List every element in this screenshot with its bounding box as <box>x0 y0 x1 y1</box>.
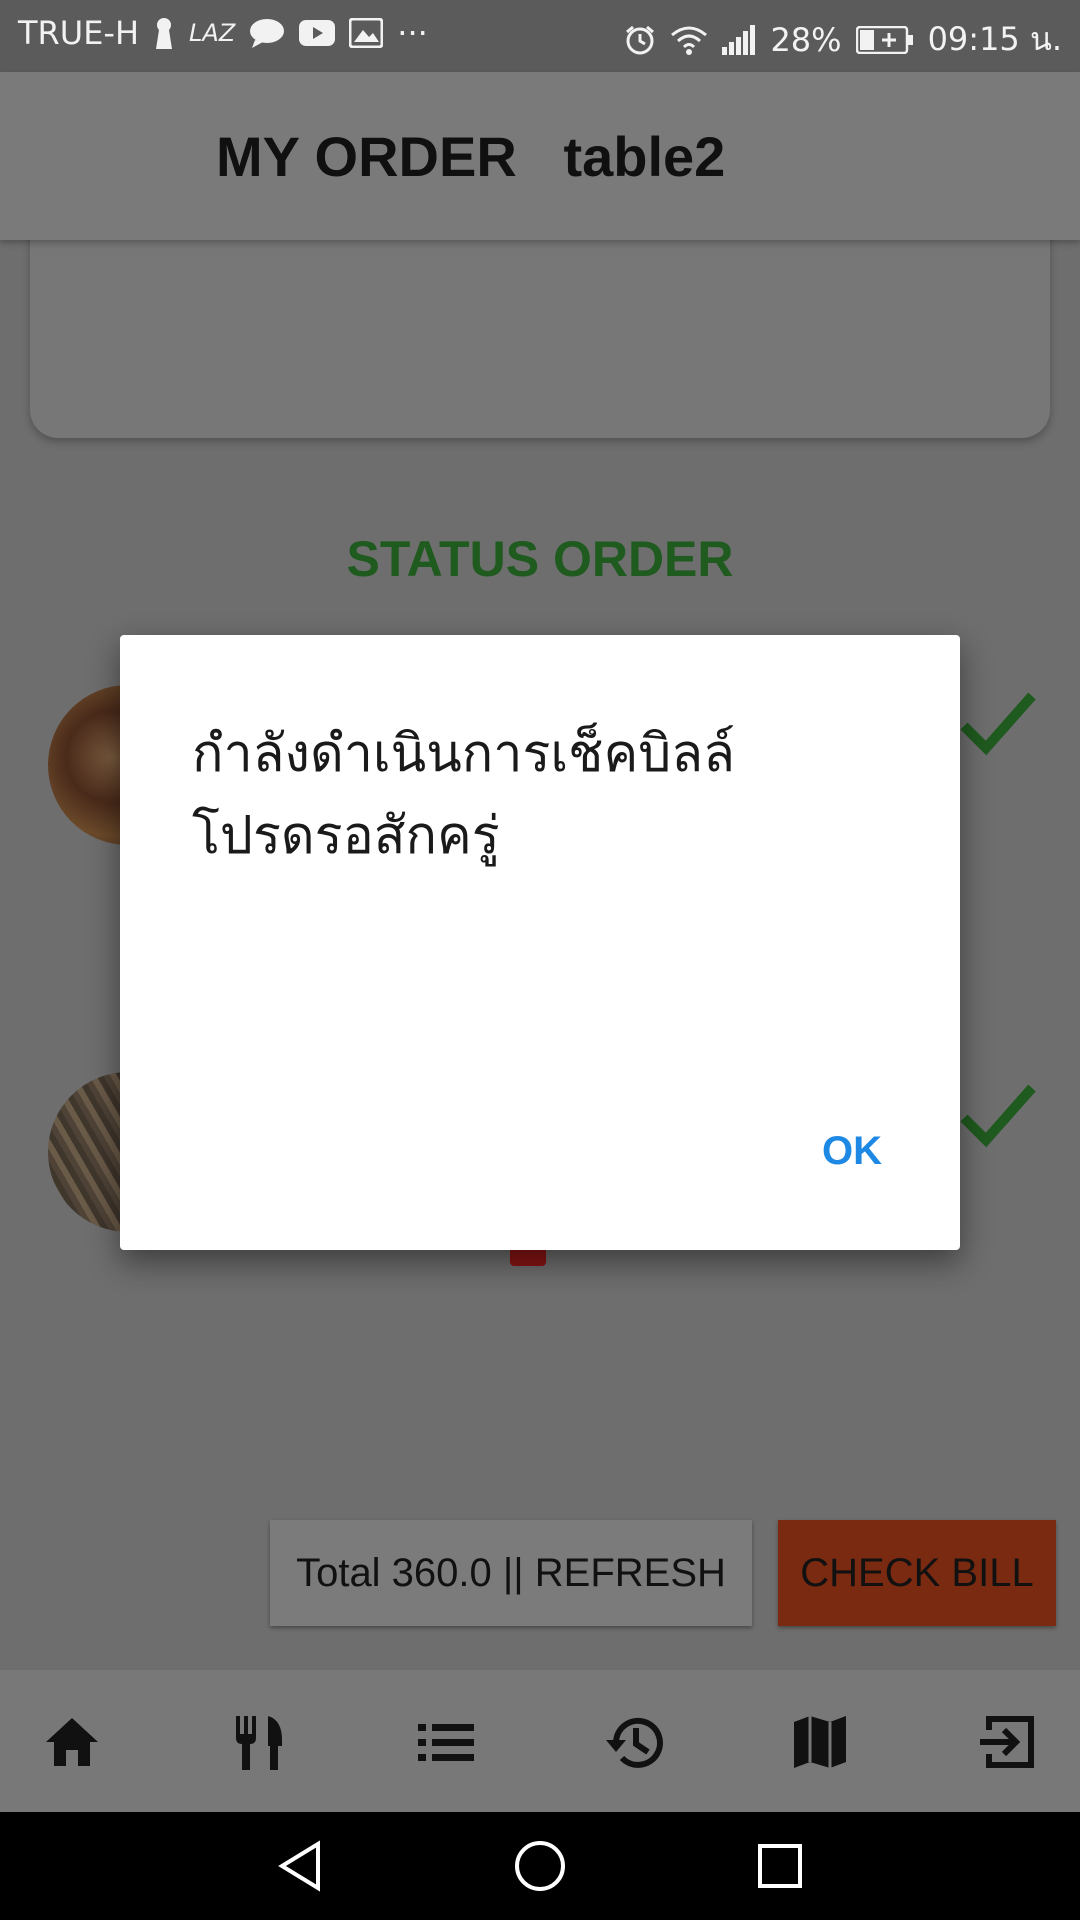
page-title: MY ORDER table2 <box>216 125 726 188</box>
back-icon[interactable] <box>272 1838 328 1894</box>
app-bar: MY ORDER table2 <box>0 72 1080 240</box>
alarm-icon <box>624 24 656 56</box>
restaurant-icon[interactable] <box>228 1710 292 1774</box>
dialog-message: กำลังดำเนินการเช็คบิลล์ โปรดรอสักครู่ <box>192 724 735 866</box>
gallery-icon <box>349 18 384 48</box>
signal-icon <box>722 24 756 55</box>
home-icon[interactable] <box>40 1710 104 1774</box>
carrier-label: TRUE-H <box>18 14 140 52</box>
list-icon[interactable] <box>414 1710 478 1774</box>
bottom-navigation <box>0 1670 1080 1812</box>
chat-icon <box>249 18 285 48</box>
ok-button[interactable]: OK <box>816 1121 888 1182</box>
history-icon[interactable] <box>602 1710 666 1774</box>
keyhole-icon <box>153 16 175 50</box>
order-card <box>30 220 1050 438</box>
check-icon <box>960 692 1036 756</box>
exit-icon[interactable] <box>976 1710 1040 1774</box>
status-order-heading: STATUS ORDER <box>346 531 734 587</box>
check-icon <box>960 1084 1036 1148</box>
home-circle-icon[interactable] <box>512 1838 568 1894</box>
battery-percent: 28% <box>770 20 842 59</box>
system-navigation-bar <box>0 1812 1080 1920</box>
remove-item-button[interactable] <box>510 1250 546 1266</box>
total-refresh-button[interactable]: Total 360.0 || REFRESH <box>270 1520 752 1626</box>
youtube-icon <box>299 20 336 46</box>
check-bill-button[interactable]: CHECK BILL <box>778 1520 1056 1626</box>
battery-charging-icon <box>855 25 914 54</box>
recents-icon[interactable] <box>752 1838 808 1894</box>
clock-time: 09:15 น. <box>927 20 1062 58</box>
wifi-icon <box>670 25 708 55</box>
map-icon[interactable] <box>788 1710 852 1774</box>
status-bar: TRUE-H LAZ ··· 28% 09:15 น. <box>0 0 1080 72</box>
check-bill-dialog: กำลังดำเนินการเช็คบิลล์ โปรดรอสักครู่ OK <box>120 635 960 1250</box>
laz-label: LAZ <box>189 19 236 47</box>
overflow-dots: ··· <box>397 14 428 52</box>
